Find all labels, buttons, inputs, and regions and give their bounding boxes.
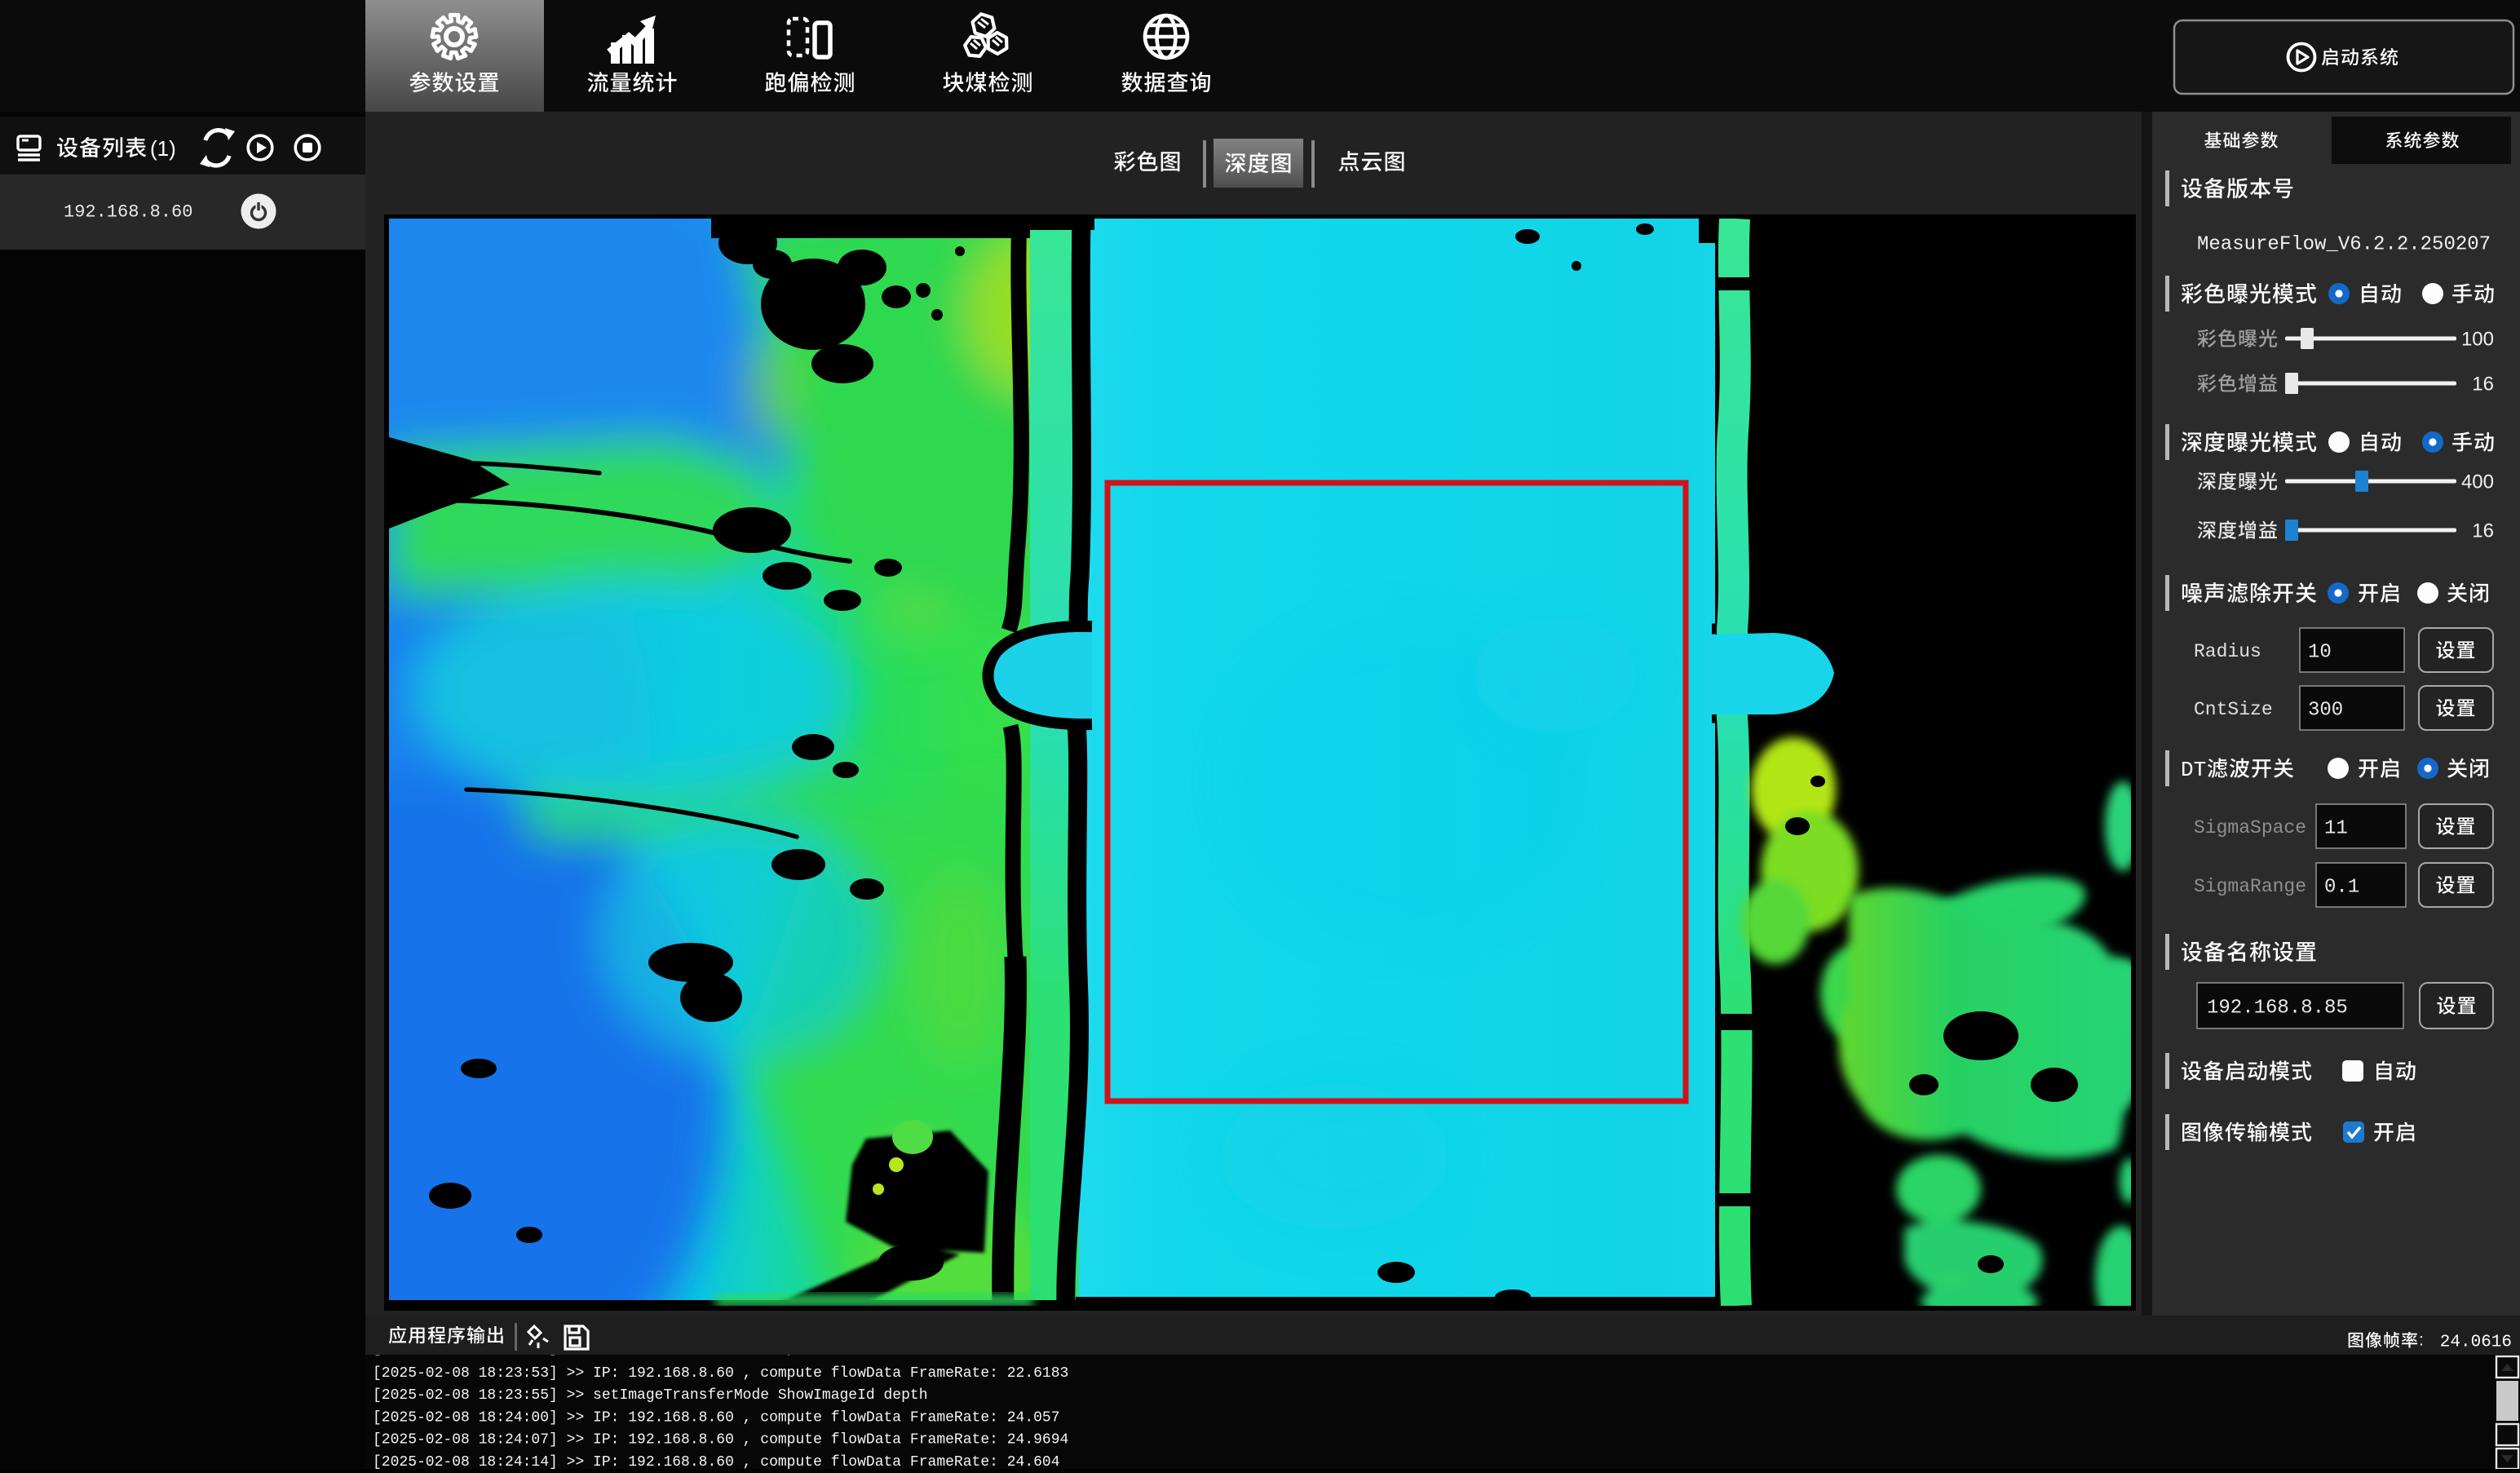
- svg-text:10: 10: [2308, 641, 2332, 663]
- svg-text:0.1: 0.1: [2324, 876, 2359, 898]
- svg-text:DT: DT: [2181, 758, 2206, 782]
- svg-text:300: 300: [2308, 699, 2343, 721]
- svg-text:[2025-02-08 18:24:00] >> IP: 1: [2025-02-08 18:24:00] >> IP: 192.168.8.6…: [373, 1409, 1060, 1426]
- svg-text:[2025-02-08 18:23:55] >> setIm: [2025-02-08 18:23:55] >> setImageTransfe…: [373, 1387, 928, 1404]
- svg-text:SigmaSpace: SigmaSpace: [2194, 817, 2306, 838]
- svg-text:CntSize: CntSize: [2194, 699, 2273, 720]
- svg-text:[2025-02-08 18:23:53] >> IP: 1: [2025-02-08 18:23:53] >> IP: 192.168.8.6…: [373, 1365, 1068, 1382]
- svg-text:16: 16: [2472, 520, 2494, 542]
- svg-text:100: 100: [2461, 328, 2494, 350]
- svg-text:16: 16: [2472, 373, 2494, 395]
- svg-text:MeasureFlow_V6.2.2.250207: MeasureFlow_V6.2.2.250207: [2197, 233, 2491, 255]
- svg-text:400: 400: [2461, 471, 2494, 493]
- svg-text:192.168.8.85: 192.168.8.85: [2207, 997, 2348, 1019]
- svg-text:(1): (1): [150, 136, 176, 161]
- svg-text:[2025-02-08 18:24:14] >> IP: 1: [2025-02-08 18:24:14] >> IP: 192.168.8.6…: [373, 1454, 1060, 1469]
- svg-text:11: 11: [2324, 817, 2348, 839]
- svg-text:SigmaRange: SigmaRange: [2194, 876, 2306, 897]
- svg-text:[2025-02-08 18:24:07] >> IP: 1: [2025-02-08 18:24:07] >> IP: 192.168.8.6…: [373, 1432, 1068, 1449]
- svg-text:Radius: Radius: [2194, 641, 2261, 662]
- svg-text:24.0616: 24.0616: [2440, 1333, 2512, 1351]
- svg-text::: :: [2419, 1330, 2424, 1349]
- svg-text:192.168.8.60: 192.168.8.60: [64, 202, 192, 223]
